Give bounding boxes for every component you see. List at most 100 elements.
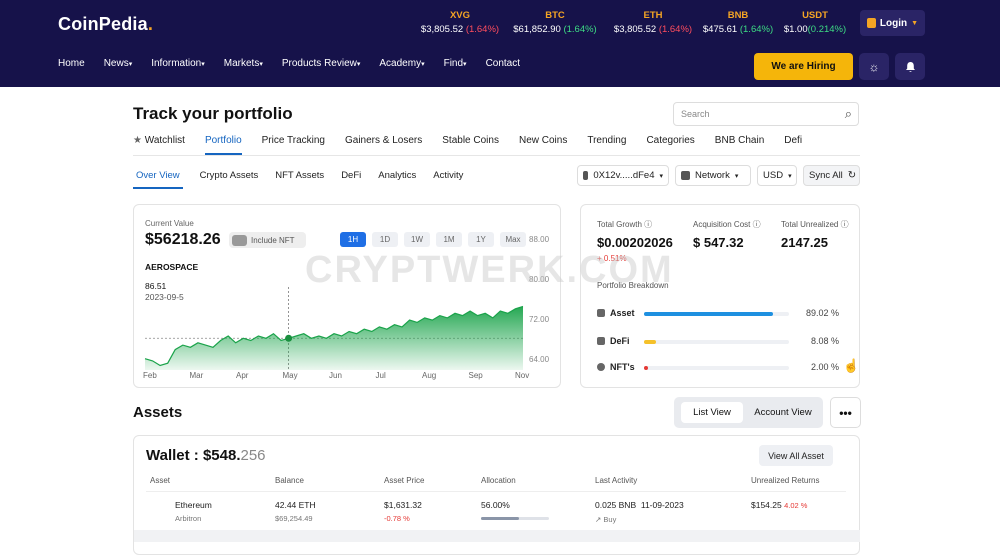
- table-row[interactable]: [134, 530, 860, 542]
- site-logo[interactable]: CoinPedia.: [58, 14, 153, 35]
- tab-watchlist[interactable]: ★ Watchlist: [133, 135, 185, 155]
- search-icon: ⌕: [844, 106, 852, 121]
- subtab-crypto-assets[interactable]: Crypto Assets: [200, 170, 259, 189]
- account-view-button[interactable]: Account View: [750, 402, 816, 423]
- tab-defi[interactable]: Defi: [784, 135, 802, 155]
- col-asset: Asset: [150, 476, 171, 485]
- network-select[interactable]: Network ▾: [675, 165, 751, 186]
- current-value-label: Current Value: [145, 219, 194, 228]
- total-unrealized-label: Total Unrealized ⓘ: [781, 220, 849, 229]
- sun-icon: ☼: [868, 59, 880, 74]
- col-asset-price: Asset Price: [384, 476, 425, 485]
- view-all-asset-button[interactable]: View All Asset: [759, 445, 833, 466]
- chevron-down-icon: ▾: [659, 172, 663, 180]
- x-tick-label: Sep: [469, 371, 484, 380]
- hiring-button[interactable]: We are Hiring: [754, 53, 853, 80]
- view-toggle: List View Account View: [674, 397, 823, 428]
- notifications-button[interactable]: [895, 53, 925, 80]
- refresh-icon: ↻: [847, 170, 857, 181]
- watermark: CRYPTWERK.COM: [305, 249, 674, 291]
- star-icon: ★: [133, 135, 142, 146]
- asset-icon: [597, 309, 605, 317]
- subtab-nft-assets[interactable]: NFT Assets: [275, 170, 324, 189]
- page-title: Track your portfolio: [133, 104, 293, 123]
- col-unrealized-returns: Unrealized Returns: [751, 476, 820, 485]
- bell-icon: [905, 61, 915, 72]
- subtab-analytics[interactable]: Analytics: [378, 170, 416, 189]
- subtab-overview[interactable]: Over View: [133, 170, 183, 189]
- pointer-cursor-icon: ☝: [843, 358, 860, 373]
- ticker-xvg[interactable]: XVG $3,805.52 (1.64%): [405, 10, 515, 35]
- more-options-button[interactable]: •••: [830, 397, 861, 428]
- acquisition-cost-label: Acquisition Cost ⓘ: [693, 220, 761, 229]
- overview-subtabs: Over View Crypto Assets NFT Assets DeFi …: [133, 170, 480, 189]
- nav-news[interactable]: News▾: [104, 58, 133, 74]
- search-input[interactable]: Search ⌕: [673, 102, 859, 126]
- tab-trending[interactable]: Trending: [587, 135, 626, 155]
- tab-portfolio[interactable]: Portfolio: [204, 135, 242, 155]
- nav-markets[interactable]: Markets▾: [224, 58, 263, 74]
- currency-select[interactable]: USD ▾: [757, 165, 797, 186]
- info-icon[interactable]: ⓘ: [644, 220, 652, 229]
- defi-icon: [597, 337, 605, 345]
- subtab-defi[interactable]: DeFi: [341, 170, 361, 189]
- last-activity: 0.025 BNB 11-09-2023: [595, 500, 684, 510]
- list-view-button[interactable]: List View: [681, 402, 743, 423]
- activity-type: ↗ Buy: [595, 515, 617, 524]
- tab-gainers-losers[interactable]: Gainers & Losers: [345, 135, 422, 155]
- price-change: -0.78 %: [384, 514, 410, 523]
- balance-usd: $69,254.49: [275, 514, 313, 523]
- tab-stable-coins[interactable]: Stable Coins: [442, 135, 499, 155]
- theme-toggle-button[interactable]: ☼: [859, 53, 889, 80]
- main-menu: Home News▾ Information▾ Markets▾ Product…: [58, 58, 539, 74]
- x-tick-label: Feb: [143, 371, 157, 380]
- nav-find[interactable]: Find▾: [444, 58, 467, 74]
- tab-price-tracking[interactable]: Price Tracking: [262, 135, 325, 155]
- network-icon: [681, 171, 690, 180]
- external-link-icon[interactable]: ↗: [595, 515, 601, 524]
- acquisition-cost-value: $ 547.32: [693, 235, 744, 250]
- info-icon[interactable]: ⓘ: [841, 220, 849, 229]
- price-tickers: XVG $3,805.52 (1.64%) BTC $61,852.90 (1.64…: [405, 10, 855, 38]
- nav-home[interactable]: Home: [58, 58, 85, 74]
- x-tick-label: Aug: [422, 371, 436, 380]
- x-tick-label: Apr: [236, 371, 249, 380]
- y-tick-label: 72.00: [529, 315, 550, 324]
- login-button[interactable]: Login ▼: [860, 10, 925, 36]
- asset-price: $1,631.32: [384, 500, 422, 510]
- x-tick-label: Nov: [515, 371, 529, 380]
- info-icon[interactable]: ⓘ: [753, 220, 761, 229]
- chevron-down-icon: ▼: [911, 19, 919, 27]
- portfolio-tabs: ★ Watchlist Portfolio Price Tracking Gai…: [133, 135, 822, 155]
- breakdown-bar: [644, 366, 789, 370]
- chart-point-marker: [285, 334, 293, 342]
- unrealized-returns: $154.25 4.02 %: [751, 500, 808, 510]
- table-header-divider: [146, 491, 846, 492]
- nav-products-review[interactable]: Products Review▾: [282, 58, 361, 74]
- tab-categories[interactable]: Categories: [646, 135, 694, 155]
- allocation-bar: [481, 517, 549, 520]
- total-growth-value: $0.00202026: [597, 235, 673, 250]
- breakdown-nfts: NFT's 2.00 %: [597, 362, 842, 376]
- tab-new-coins[interactable]: New Coins: [519, 135, 567, 155]
- ticker-btc[interactable]: BTC $61,852.90 (1.64%): [500, 10, 610, 35]
- nav-academy[interactable]: Academy▾: [379, 58, 424, 74]
- sync-all-button[interactable]: Sync All ↻: [803, 165, 860, 186]
- col-last-activity: Last Activity: [595, 476, 638, 485]
- chevron-down-icon: ▾: [788, 172, 792, 180]
- nav-contact[interactable]: Contact: [486, 58, 520, 74]
- x-tick-label: Jun: [329, 371, 342, 380]
- breakdown-bar: [644, 340, 789, 344]
- ticker-usdt[interactable]: USDT $1.00(0.214%): [760, 10, 870, 35]
- portfolio-stats-card: [580, 204, 860, 388]
- total-unrealized-value: 2147.25: [781, 235, 828, 250]
- wallet-select[interactable]: 0X12v.....dFe4 ▾: [577, 165, 669, 186]
- breakdown-asset: Asset 89.02 %: [597, 308, 842, 322]
- nav-information[interactable]: Information▾: [151, 58, 205, 74]
- tab-bnb-chain[interactable]: BNB Chain: [715, 135, 764, 155]
- subtab-activity[interactable]: Activity: [433, 170, 463, 189]
- y-tick-label: 88.00: [529, 235, 550, 244]
- breakdown-defi: DeFi 8.08 %: [597, 336, 842, 350]
- wallet-icon: [583, 171, 589, 180]
- col-allocation: Allocation: [481, 476, 516, 485]
